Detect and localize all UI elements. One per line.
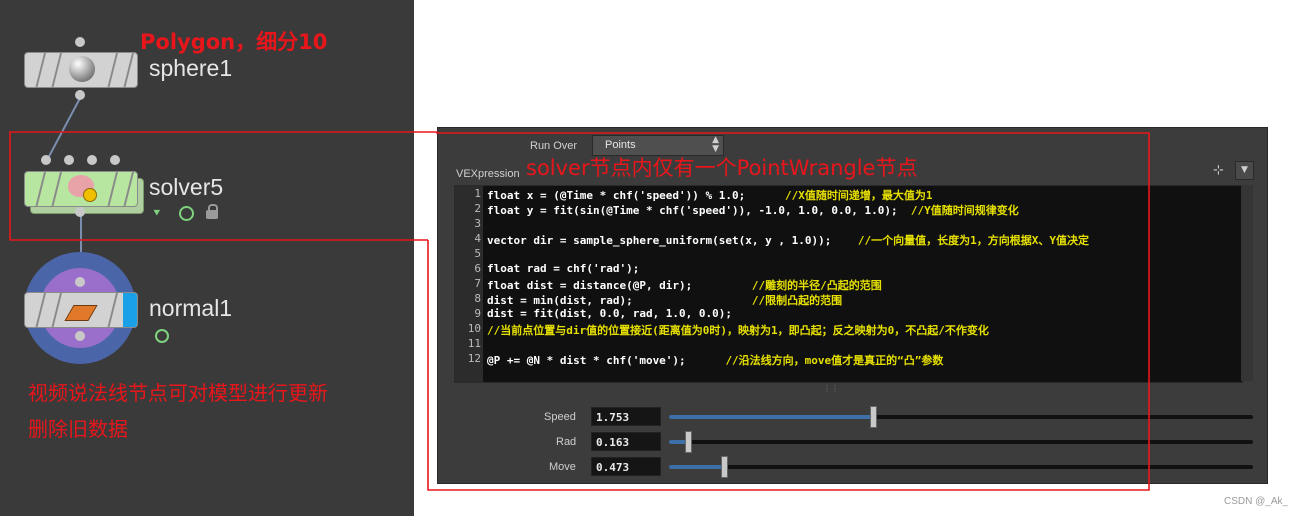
speed-slider-fill [669,415,873,419]
normal1-input-dot[interactable] [75,277,85,287]
code-line-4: vector dir = sample_sphere_uniform(set(x… [487,234,1089,247]
code-line-2: float y = fit(sin(@Time * chf('speed')),… [487,204,1019,217]
code-line-12: @P += @N * dist * chf('move'); //沿法线方向，m… [487,354,944,367]
move-label: Move [549,461,576,473]
solver5-input-dot-4[interactable] [110,155,120,165]
run-over-label: Run Over [530,140,578,152]
rad-field[interactable]: 0.163 [591,432,661,451]
solver-gear-icon [83,188,97,202]
rad-label: Rad [556,436,577,448]
line-number: 9 [474,307,481,320]
sphere1-node[interactable] [24,52,138,88]
line-number: 5 [474,247,481,260]
solver5-output-dot[interactable] [75,207,85,217]
solver5-input-dot-3[interactable] [87,155,97,165]
move-slider-handle[interactable] [721,456,728,478]
solver-note: solver节点内仅有一个PointWrangle节点 [526,156,918,180]
rad-slider-track[interactable] [669,440,1253,444]
vex-code-editor[interactable]: 1 2 3 4 5 6 7 8 9 10 11 12 float x = (@T… [454,185,1243,383]
line-number: 1 [474,187,481,200]
line-number: 11 [467,337,481,350]
vexpression-label: VEXpression [456,168,520,180]
code-line-9: dist = fit(dist, 0.0, rad, 1.0, 0.0); [487,307,733,320]
render-flag-icon[interactable]: ⯆ [152,206,168,220]
code-line-7: float dist = distance(@P, dir); //雕刻的半径/… [487,279,882,292]
code-line-8: dist = min(dist, rad); //限制凸起的范围 [487,294,843,307]
run-over-value: Points [605,139,636,151]
watermark: CSDN @_Ak_ [1224,496,1289,507]
node-name-solver5[interactable]: solver5 [149,174,223,201]
move-slider-fill [669,465,723,469]
editor-vertical-scrollbar[interactable] [1241,185,1253,381]
line-number: 6 [474,262,481,275]
normal1-node[interactable] [24,292,138,328]
line-number: 4 [474,232,481,245]
move-slider-track[interactable] [669,465,1253,469]
solver5-input-dot-2[interactable] [64,155,74,165]
line-number: 7 [474,277,481,290]
bottom-note-line1: 视频说法线节点可对模型进行更新 [28,381,328,405]
normal1-output-dot[interactable] [75,331,85,341]
expression-tools-icon[interactable]: ⊹ [1213,163,1229,179]
sphere1-output-dot[interactable] [75,90,85,100]
line-number: 10 [467,322,481,335]
code-line-1: float x = (@Time * chf('speed')) % 1.0; … [487,189,933,202]
sphere1-input-dot[interactable] [75,37,85,47]
blue-display-flag[interactable] [123,293,137,327]
speed-label: Speed [544,411,576,423]
node-name-sphere1[interactable]: sphere1 [149,55,232,82]
normal-icon [64,305,98,321]
lock-shackle [208,204,218,213]
clock-icon [179,206,194,221]
speed-field[interactable]: 1.753 [591,407,661,426]
line-number: 8 [474,292,481,305]
speed-slider-handle[interactable] [870,406,877,428]
solver5-input-dot-1[interactable] [41,155,51,165]
solver5-node[interactable] [24,171,138,207]
normal1-clock-icon [155,329,169,343]
sphere-icon [69,56,95,82]
move-field[interactable]: 0.473 [591,457,661,476]
bottom-note-line2: 删除旧数据 [28,417,128,441]
line-number: 12 [467,352,481,365]
expression-menu-button[interactable]: ▼ [1235,161,1254,180]
polygon-note: Polygon，细分10 [140,30,328,54]
line-number: 3 [474,217,481,230]
code-line-6: float rad = chf('rad'); [487,262,640,275]
code-line-10: //当前点位置与dir值的位置接近(距离值为0时)，映射为1，即凸起；反之映射为… [487,324,989,337]
editor-resize-handle[interactable]: ⋮⋮ [823,385,839,393]
node-name-normal1[interactable]: normal1 [149,295,232,322]
rad-slider-handle[interactable] [685,431,692,453]
line-number: 2 [474,202,481,215]
